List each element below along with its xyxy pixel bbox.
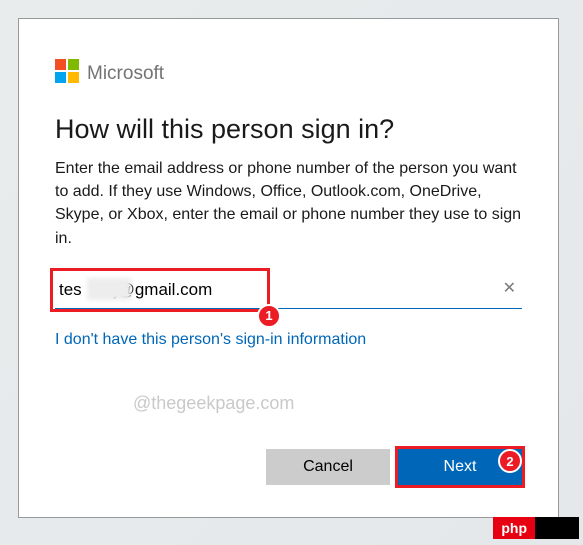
no-signin-info-link[interactable]: I don't have this person's sign-in infor… (55, 331, 366, 349)
microsoft-logo-icon (55, 59, 79, 88)
source-badge-label: php (493, 517, 535, 539)
clear-input-icon[interactable]: ✕ (503, 278, 516, 298)
add-user-dialog: Microsoft How will this person sign in? … (18, 18, 559, 518)
dialog-heading: How will this person sign in? (55, 114, 522, 145)
source-badge-tail (535, 517, 579, 539)
cancel-button[interactable]: Cancel (266, 449, 390, 485)
brand-label: Microsoft (87, 63, 164, 85)
watermark-text: @thegeekpage.com (133, 393, 294, 414)
brand-row: Microsoft (55, 59, 522, 88)
email-input[interactable] (55, 272, 522, 309)
email-field-container: ✕ 1 (55, 272, 522, 309)
next-button[interactable]: Next (398, 449, 522, 485)
dialog-button-row: Cancel Next (266, 449, 522, 485)
dialog-description: Enter the email address or phone number … (55, 157, 522, 250)
source-badge: php (493, 517, 579, 539)
